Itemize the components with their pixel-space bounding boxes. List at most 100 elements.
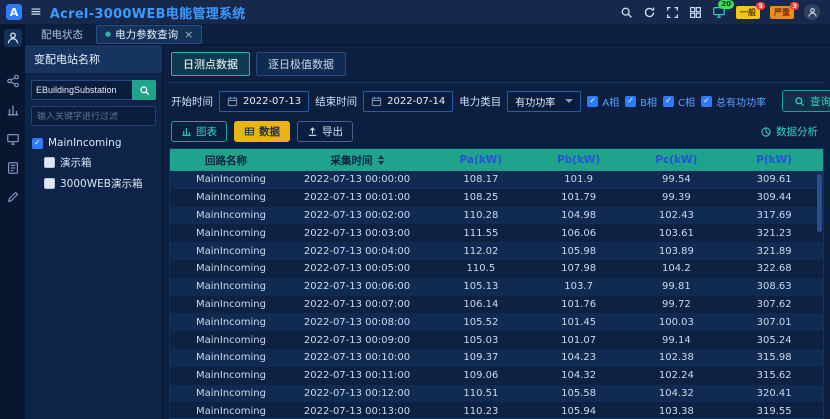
checkbox-unchecked-icon[interactable]	[44, 157, 55, 168]
tree-item-3000web-demo-box[interactable]: 3000WEB演示箱	[29, 173, 158, 194]
table-cell: 2022-07-13 00:09:00	[282, 335, 432, 346]
table-row[interactable]: MainIncoming2022-07-13 00:00:00108.17101…	[170, 171, 823, 189]
table-row[interactable]: MainIncoming2022-07-13 00:08:00105.52101…	[170, 313, 823, 331]
table-cell: 112.02	[432, 246, 530, 257]
table-cell: 105.94	[530, 406, 628, 417]
table-cell: MainIncoming	[170, 281, 282, 292]
table-cell: 107.98	[530, 263, 628, 274]
icon-sidebar	[0, 24, 25, 419]
export-button[interactable]: 导出	[297, 121, 353, 142]
sidebar-diagram-icon[interactable]	[4, 72, 22, 90]
table-cell: 307.01	[725, 317, 823, 328]
table-row[interactable]: MainIncoming2022-07-13 00:01:00108.25101…	[170, 189, 823, 207]
menu-toggle-icon[interactable]: ≡	[30, 5, 42, 19]
table-cell: 109.06	[432, 370, 530, 381]
table-row[interactable]: MainIncoming2022-07-13 00:09:00105.03101…	[170, 331, 823, 349]
query-button[interactable]: 查询	[782, 90, 830, 112]
alarm-monitor-icon[interactable]: 20	[712, 5, 726, 19]
table-row[interactable]: MainIncoming2022-07-13 00:06:00105.13103…	[170, 278, 823, 296]
table-row[interactable]: MainIncoming2022-07-13 00:13:00110.23105…	[170, 402, 823, 418]
table-cell: 309.61	[725, 174, 823, 185]
table-cell: 104.32	[530, 370, 628, 381]
phase-b-checkbox[interactable]: ✓B相	[625, 94, 657, 109]
table-cell: 110.51	[432, 388, 530, 399]
table-row[interactable]: MainIncoming2022-07-13 00:03:00111.55106…	[170, 224, 823, 242]
end-date-value: 2022-07-14	[387, 96, 445, 107]
checkbox-checked-icon: ✓	[625, 96, 636, 107]
table-cell: MainIncoming	[170, 246, 282, 257]
table-cell: 103.38	[628, 406, 726, 417]
tree-item-demo-box[interactable]: 演示箱	[29, 152, 158, 173]
table-row[interactable]: MainIncoming2022-07-13 00:10:00109.37104…	[170, 349, 823, 367]
table-cell: 2022-07-13 00:00:00	[282, 174, 432, 185]
checkbox-checked-icon[interactable]: ✓	[32, 138, 43, 149]
substation-search-button[interactable]	[132, 80, 156, 100]
data-analysis-link[interactable]: 数据分析	[760, 124, 822, 139]
table-cell: 104.32	[628, 388, 726, 399]
severe-level-badge[interactable]: 严重3	[770, 6, 794, 19]
table-row[interactable]: MainIncoming2022-07-13 00:04:00112.02105…	[170, 242, 823, 260]
tree-filter-input[interactable]	[31, 106, 156, 126]
checkbox-unchecked-icon[interactable]	[44, 178, 55, 189]
phase-label: 总有功功率	[716, 94, 766, 109]
table-cell: MainIncoming	[170, 210, 282, 221]
table-cell: MainIncoming	[170, 388, 282, 399]
table-cell: 100.03	[628, 317, 726, 328]
main-frame: 配电状态 ● 电力参数查询 × 变配电站名称	[0, 24, 830, 419]
table-cell: 319.55	[725, 406, 823, 417]
table-cell: 110.23	[432, 406, 530, 417]
bar-chart-icon	[181, 126, 192, 137]
close-tab-icon[interactable]: ×	[184, 29, 193, 40]
tree-item-mainincoming[interactable]: ✓ MainIncoming	[29, 134, 158, 152]
severe-badge-label: 严重	[774, 8, 790, 17]
sidebar-edit-icon[interactable]	[4, 188, 22, 206]
table-row[interactable]: MainIncoming2022-07-13 00:02:00110.28104…	[170, 207, 823, 225]
end-date-input[interactable]: 2022-07-14	[363, 91, 453, 112]
table-cell: 2022-07-13 00:08:00	[282, 317, 432, 328]
sidebar-monitor-icon[interactable]	[4, 130, 22, 148]
right-column: 配电状态 ● 电力参数查询 × 变配电站名称	[25, 24, 830, 419]
warn-badge-label: 一般	[740, 8, 756, 17]
table-cell: 105.98	[530, 246, 628, 257]
chart-view-button[interactable]: 图表	[171, 121, 227, 142]
table-row[interactable]: MainIncoming2022-07-13 00:05:00110.5107.…	[170, 260, 823, 278]
tab-daily-extreme-data[interactable]: 逐日极值数据	[256, 52, 346, 76]
phase-a-checkbox[interactable]: ✓A相	[587, 94, 619, 109]
table-cell: 101.9	[530, 174, 628, 185]
column-header-p: P(kW)	[725, 154, 823, 166]
sidebar-document-icon[interactable]	[4, 159, 22, 177]
table-cell: MainIncoming	[170, 228, 282, 239]
sidebar-bar-chart-icon[interactable]	[4, 101, 22, 119]
table-row[interactable]: MainIncoming2022-07-13 00:07:00106.14101…	[170, 296, 823, 314]
column-header-collect-time[interactable]: 采集时间	[282, 153, 432, 168]
table-scrollbar[interactable]	[817, 174, 822, 232]
view-tab-power-parameter-query[interactable]: ● 电力参数查询 ×	[96, 25, 202, 44]
tab-daily-point-data[interactable]: 日测点数据	[171, 52, 250, 76]
table-cell: 106.14	[432, 299, 530, 310]
phase-c-checkbox[interactable]: ✓C相	[663, 94, 695, 109]
fullscreen-icon[interactable]	[666, 6, 679, 19]
table-header-row: 回路名称 采集时间 Pa(kW) Pb(kW) Pc(kW) P(kW)	[170, 149, 823, 171]
total-active-power-checkbox[interactable]: ✓ 总有功功率	[701, 94, 766, 109]
table-cell: 307.62	[725, 299, 823, 310]
warn-level-badge[interactable]: 一般5	[736, 6, 760, 19]
substation-search-input[interactable]	[31, 80, 132, 100]
table-cell: 2022-07-13 00:05:00	[282, 263, 432, 274]
sort-icon[interactable]	[378, 155, 384, 165]
data-view-button[interactable]: 数据	[234, 121, 290, 142]
tree-item-label: 3000WEB演示箱	[60, 176, 142, 191]
start-date-input[interactable]: 2022-07-13	[219, 91, 309, 112]
user-avatar[interactable]	[804, 4, 820, 20]
layout-grid-icon[interactable]	[689, 6, 702, 19]
refresh-icon[interactable]	[643, 6, 656, 19]
table-row[interactable]: MainIncoming2022-07-13 00:11:00109.06104…	[170, 367, 823, 385]
power-category-select[interactable]: 有功功率	[507, 91, 581, 112]
column-header-label: 采集时间	[331, 153, 373, 168]
view-tab-distribution-status[interactable]: 配电状态	[33, 26, 91, 43]
search-icon[interactable]	[620, 6, 633, 19]
sidebar-user-icon[interactable]	[4, 29, 22, 47]
phase-label: A相	[602, 94, 619, 109]
checkbox-checked-icon: ✓	[701, 96, 712, 107]
table-row[interactable]: MainIncoming2022-07-13 00:12:00110.51105…	[170, 385, 823, 403]
app-logo: A	[6, 4, 22, 20]
